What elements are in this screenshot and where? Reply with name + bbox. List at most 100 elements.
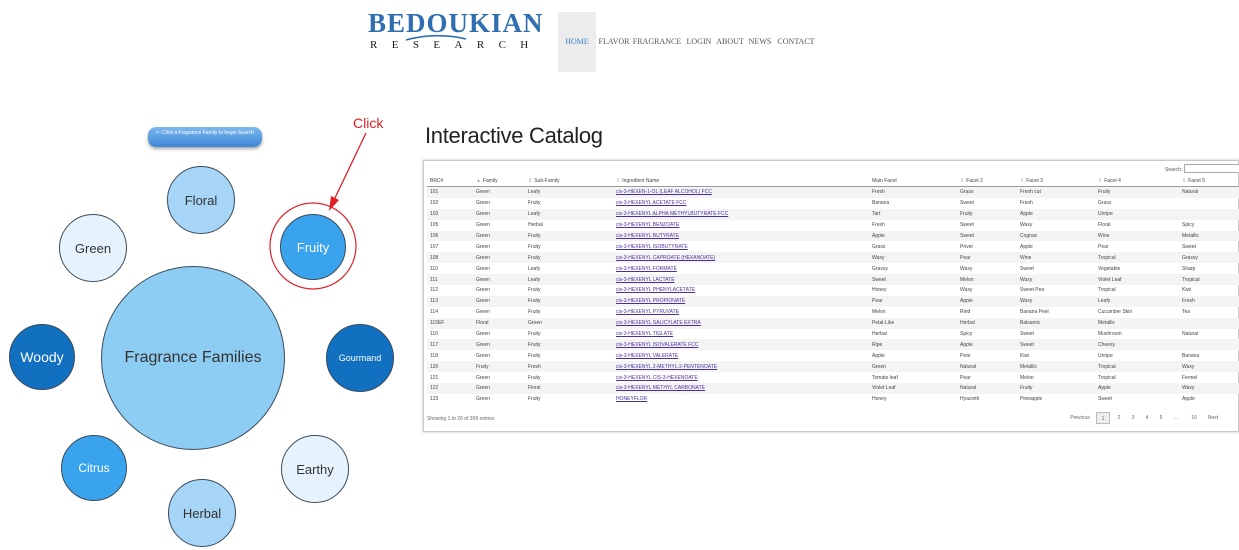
nav-contact[interactable]: CONTACT: [776, 12, 816, 72]
pagination-page[interactable]: 4: [1141, 412, 1153, 424]
table-row[interactable]: 107 Green Fruity cis-3-HEXENYL ISOBUTYRATE G…: [427, 241, 1239, 252]
ingredient-link[interactable]: cis-3-HEXENYL TIGLATE: [613, 329, 869, 340]
bubble-herbal[interactable]: Herbal: [168, 479, 236, 547]
bubble-woody[interactable]: Woody: [9, 324, 75, 390]
pagination-next[interactable]: Next: [1205, 412, 1221, 424]
nav-fragrance[interactable]: FRAGRANCE: [632, 12, 682, 72]
bubble-earthy[interactable]: Earthy: [281, 435, 349, 503]
column-header[interactable]: ⇕ Facet 5: [1179, 176, 1239, 187]
table-row[interactable]: 112 Green Fruity cis-3-HEXENYL PHENYLACETAT…: [427, 285, 1239, 296]
ingredient-link[interactable]: cis-3-HEXENYL PYRUVATE: [613, 307, 869, 318]
table-cell: Tart: [869, 208, 957, 220]
table-row[interactable]: 111 Green Leafy cis-3-HEXENYL LACTATE Sweet M…: [427, 274, 1239, 286]
pagination-page[interactable]: 2: [1113, 412, 1125, 424]
ingredient-link[interactable]: cis-3-HEXENYL SALICYLATE EXTRA: [613, 317, 869, 329]
table-row[interactable]: 108 Green Fruity cis-3-HEXENYL CAPROATE (HE…: [427, 252, 1239, 264]
table-row[interactable]: 118 Green Fruity cis-3-HEXENYL VALERATE Appl…: [427, 350, 1239, 361]
bedoukian-logo[interactable]: BEDOUKIAN RESEARCH: [368, 8, 543, 52]
table-row[interactable]: 123 Green Fruity HONEYFLOR Honey Hyacinth Pine…: [427, 394, 1239, 405]
ingredient-link[interactable]: cis-3-HEXENYL 2-METHYL-2-PENTENOATE: [613, 361, 869, 373]
search-input[interactable]: [1184, 164, 1239, 173]
table-row[interactable]: 116 Green Fruity cis-3-HEXENYL TIGLATE Herba…: [427, 329, 1239, 340]
table-cell: Waxy: [960, 265, 973, 272]
nav-home[interactable]: HOME: [558, 12, 596, 72]
column-header[interactable]: ⇕ Facet 4: [1095, 176, 1179, 187]
table-row[interactable]: 102 Green Fruity cis-3-HEXENYL ACETATE FCC B…: [427, 198, 1239, 209]
pagination-page[interactable]: 1: [1096, 412, 1110, 424]
table-cell: Pear: [1098, 243, 1109, 250]
table-row[interactable]: 101 Green Leafy cis-3-HEXEN-1-OL (LEAF ALCO…: [427, 186, 1239, 198]
table-cell: Fresh: [1179, 295, 1239, 307]
nav-login[interactable]: LOGIN: [686, 12, 712, 72]
bubble-gourmand[interactable]: Gourmand: [326, 324, 394, 392]
click-annotation: Click: [353, 115, 384, 131]
table-cell: Sweet: [957, 230, 1017, 242]
pagination-page[interactable]: 16: [1187, 412, 1201, 424]
table-row[interactable]: 121 Green Fruity cis-3-HEXENYL CIS-3-HEXENO…: [427, 372, 1239, 383]
ingredient-link[interactable]: cis-3-HEXENYL BUTYRATE: [613, 230, 869, 242]
table-cell: Green: [473, 339, 525, 351]
table-row[interactable]: 115EF Floral Green cis-3-HEXENYL SALICYLATE…: [427, 317, 1239, 329]
table-row[interactable]: 114 Green Fruity cis-3-HEXENYL PYRUVATE Melo…: [427, 307, 1239, 318]
table-row[interactable]: 110 Green Leafy cis-3-HEXENYL FORMATE Grassy…: [427, 263, 1239, 274]
table-row[interactable]: 103 Green Leafy cis-3-HEXENYL ALPHA METHYLB…: [427, 208, 1239, 220]
table-row[interactable]: 120 Fruity Fresh cis-3-HEXENYL 2-METHYL-2-P…: [427, 361, 1239, 373]
column-header[interactable]: ⇕ Facet 2: [957, 176, 1017, 187]
table-cell: 107: [430, 243, 439, 250]
bubble-citrus[interactable]: Citrus: [61, 435, 127, 501]
column-header[interactable]: BRC#: [427, 176, 473, 187]
table-row[interactable]: 106 Green Fruity cis-3-HEXENYL BUTYRATE Appl…: [427, 230, 1239, 242]
ingredient-link[interactable]: cis-3-HEXENYL PHENYLACETATE: [613, 285, 869, 296]
site-header: BEDOUKIAN RESEARCH HOME FLAVOR FRAGRANCE…: [0, 0, 1239, 75]
table-cell: Hyacinth: [960, 396, 980, 403]
table-cell: Floral: [525, 383, 613, 394]
table-cell: Wine: [1095, 230, 1179, 242]
ingredient-link[interactable]: cis-3-HEXENYL PROPIONATE: [613, 295, 869, 307]
ingredient-link[interactable]: cis-3-HEXENYL CIS-3-HEXENOATE: [613, 372, 869, 383]
ingredient-link[interactable]: cis-3-HEXENYL LACTATE: [613, 274, 869, 286]
table-cell: 103: [427, 208, 473, 220]
column-header[interactable]: ⇕ Facet 3: [1017, 176, 1095, 187]
table-cell: Sweet: [960, 200, 974, 207]
ingredient-link[interactable]: cis-3-HEXEN-1-OL (LEAF ALCOHOL) FCC: [613, 186, 869, 198]
column-header[interactable]: Main Facet: [869, 176, 957, 187]
table-cell: Unripe: [1095, 208, 1179, 220]
table-cell: Fruity: [473, 361, 525, 373]
table-cell: Violet Leaf: [1095, 274, 1179, 286]
table-row[interactable]: 113 Green Fruity cis-3-HEXENYL PROPIONATE Pe…: [427, 295, 1239, 307]
column-header[interactable]: ▲ Family: [473, 176, 525, 187]
table-cell: [1179, 208, 1239, 220]
table-cell: Apple: [1017, 208, 1095, 220]
ingredient-link[interactable]: cis-3-HEXENYL METHYL CARBONATE: [613, 383, 869, 394]
column-header[interactable]: ⇕ Sub-Family: [525, 176, 613, 187]
table-cell: Sweet: [1098, 396, 1112, 403]
table-row[interactable]: 122 Green Floral cis-3-HEXENYL METHYL CARBO…: [427, 383, 1239, 394]
table-cell: [1179, 339, 1239, 351]
nav-news[interactable]: NEWS: [748, 12, 772, 72]
table-cell: Honey: [872, 287, 887, 294]
ingredient-link[interactable]: cis-3-HEXENYL FORMATE: [613, 263, 869, 274]
begin-search-tip[interactable]: <- Click a Fragrance Family to begin Sea…: [148, 127, 262, 147]
ingredient-link[interactable]: cis-3-HEXENYL ISOVALERATE FCC: [613, 339, 869, 351]
column-header[interactable]: ⇕ Ingredient Name: [613, 176, 869, 187]
ingredient-link[interactable]: cis-3-HEXENYL ALPHA METHYLBUTYRATE FCC: [613, 208, 869, 220]
ingredient-link[interactable]: cis-3-HEXENYL ISOBUTYRATE: [613, 241, 869, 252]
table-row[interactable]: 105 Green Herbal cis-3-HEXENYL BENZOATE Fres…: [427, 220, 1239, 231]
pagination-previous[interactable]: Previous: [1069, 412, 1091, 424]
pagination-page[interactable]: 3: [1127, 412, 1139, 424]
pagination-page[interactable]: 5: [1155, 412, 1167, 424]
table-cell: Banana: [1182, 352, 1200, 359]
ingredient-link[interactable]: cis-3-HEXENYL ACETATE FCC: [613, 198, 869, 209]
bubble-fruity[interactable]: Fruity: [280, 214, 346, 280]
table-cell: 116: [430, 331, 438, 338]
bubble-floral[interactable]: Floral: [167, 166, 235, 234]
nav-about[interactable]: ABOUT: [716, 12, 744, 72]
table-row[interactable]: 117 Green Fruity cis-3-HEXENYL ISOVALERATE …: [427, 339, 1239, 351]
bubble-green[interactable]: Green: [59, 214, 127, 282]
table-cell: Waxy: [1179, 383, 1239, 394]
nav-flavor[interactable]: FLAVOR: [598, 12, 630, 72]
ingredient-link[interactable]: cis-3-HEXENYL BENZOATE: [613, 220, 869, 231]
ingredient-link[interactable]: cis-3-HEXENYL VALERATE: [613, 350, 869, 361]
ingredient-link[interactable]: cis-3-HEXENYL CAPROATE (HEXANOATE): [613, 252, 869, 264]
ingredient-link[interactable]: HONEYFLOR: [613, 394, 869, 405]
